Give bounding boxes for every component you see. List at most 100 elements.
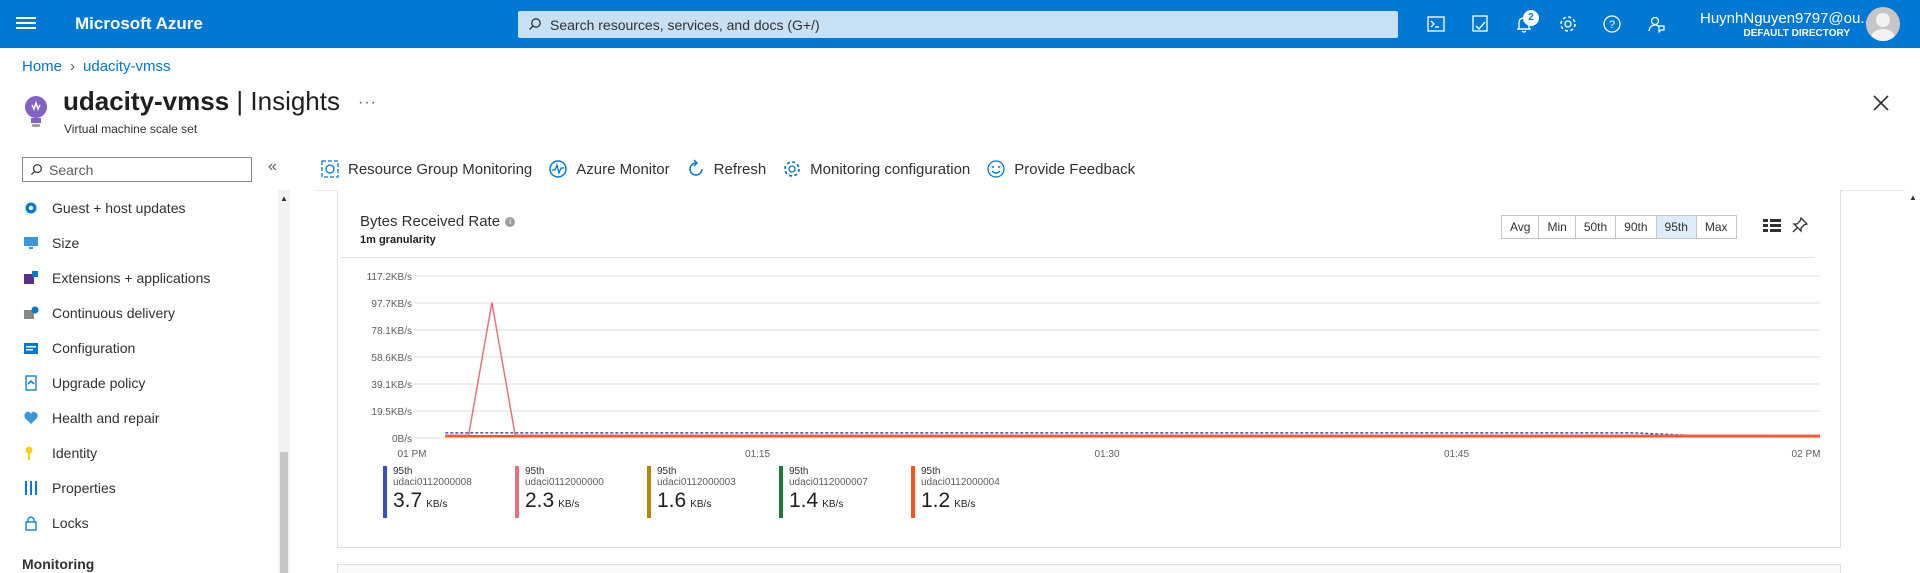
hamburger-menu-icon[interactable] [16, 14, 36, 34]
sidebar-item-identity[interactable]: Identity [22, 435, 272, 470]
resource-group-monitoring-button[interactable]: Resource Group Monitoring [320, 159, 532, 179]
gear-update-icon [22, 199, 40, 217]
legend-value-number: 1.6 [657, 489, 687, 512]
y-tick-label: 117.2KB/s [367, 272, 412, 283]
notification-count-badge: 2 [1523, 10, 1539, 26]
sidebar-item-label: Guest + host updates [52, 199, 186, 216]
legend-value: 3.7 KB/s [393, 488, 515, 518]
legend-item[interactable]: 95th udaci0112000004 1.2 KB/s [911, 466, 1043, 518]
sidebar-item-label: Configuration [52, 339, 136, 356]
legend-value: 1.2 KB/s [921, 488, 1043, 518]
scroll-up-icon[interactable]: ▲ [280, 194, 288, 203]
percentile-max-button[interactable]: Max [1696, 216, 1736, 238]
percentile-50th-button[interactable]: 50th [1575, 216, 1617, 238]
chart-granularity: 1m granularity [360, 234, 436, 246]
search-icon [30, 164, 42, 176]
legend-color-bar [515, 466, 519, 518]
sidebar-item-size[interactable]: Size [22, 225, 272, 260]
legend-value-number: 3.7 [393, 489, 423, 512]
legend-item[interactable]: 95th udaci0112000008 3.7 KB/s [383, 466, 515, 518]
more-options-button[interactable]: ··· [358, 94, 377, 112]
resource-group-icon [320, 159, 340, 179]
resource-group-monitoring-label: Resource Group Monitoring [348, 160, 533, 178]
legend-value: 1.4 KB/s [789, 488, 911, 518]
user-account-menu[interactable]: HuynhNguyen9797@ou... DEFAULT DIRECTORY [1700, 10, 1873, 39]
scroll-up-icon[interactable]: ▲ [1909, 193, 1917, 202]
sidebar-scrollbar[interactable]: ▲ [278, 190, 290, 573]
properties-icon [22, 479, 40, 497]
legend-unit: KB/s [954, 499, 976, 510]
collapse-sidebar-button[interactable]: « [268, 158, 277, 176]
gear-icon [782, 159, 802, 179]
lock-icon [22, 514, 40, 532]
x-tick-label: 01:45 [1444, 449, 1469, 460]
legend-item[interactable]: 95th udaci0112000000 2.3 KB/s [515, 466, 647, 518]
legend-color-bar [911, 466, 915, 518]
x-tick-label: 01 PM [398, 449, 427, 460]
brand-title[interactable]: Microsoft Azure [75, 14, 203, 34]
legend-value: 2.3 KB/s [525, 488, 647, 518]
refresh-icon [686, 159, 706, 179]
legend-item[interactable]: 95th udaci0112000003 1.6 KB/s [647, 466, 779, 518]
page-subtitle: Virtual machine scale set [64, 122, 198, 136]
legend-series-name: udaci0112000003 [657, 477, 736, 488]
grid-view-icon[interactable] [1763, 219, 1781, 233]
sidebar-item-extensions[interactable]: Extensions + applications [22, 260, 272, 295]
azure-monitor-button[interactable]: Azure Monitor [548, 159, 670, 179]
extensions-icon [22, 269, 40, 287]
directory-filter-icon[interactable] [1469, 13, 1491, 35]
sidebar-item-guest-host-updates[interactable]: Guest + host updates [22, 190, 272, 225]
close-icon[interactable] [1872, 94, 1890, 112]
help-question-icon[interactable]: ? [1601, 13, 1623, 35]
sidebar-item-locks[interactable]: Locks [22, 505, 272, 540]
legend-series-name: udaci0112000000 [525, 477, 604, 488]
sidebar-item-label: Size [52, 234, 80, 251]
y-tick-label: 58.6KB/s [371, 353, 412, 364]
breadcrumb-home[interactable]: Home [22, 58, 62, 75]
refresh-button[interactable]: Refresh [686, 159, 767, 179]
y-tick-label: 78.1KB/s [371, 326, 412, 337]
chart-title-text: Bytes Received Rate [360, 213, 501, 230]
monitoring-configuration-label: Monitoring configuration [810, 160, 971, 178]
legend-value: 1.6 KB/s [657, 488, 779, 518]
cloud-shell-icon[interactable] [1425, 13, 1447, 35]
legend-value-number: 1.4 [789, 489, 819, 512]
sidebar-item-continuous-delivery[interactable]: Continuous delivery [22, 295, 272, 330]
feedback-icon[interactable] [1645, 13, 1667, 35]
sidebar-item-health-repair[interactable]: Health and repair [22, 400, 272, 435]
sidebar-item-upgrade-policy[interactable]: Upgrade policy [22, 365, 272, 400]
sidebar-item-label: Properties [52, 479, 116, 496]
percentile-min-button[interactable]: Min [1539, 216, 1576, 238]
x-tick-label: 01:30 [1094, 449, 1119, 460]
info-icon[interactable]: i [505, 217, 516, 227]
legend-percentile: 95th [525, 466, 545, 477]
page-section: | Insights [229, 86, 340, 116]
provide-feedback-button[interactable]: Provide Feedback [986, 159, 1135, 179]
pin-icon[interactable] [1792, 217, 1808, 235]
legend-unit: KB/s [558, 499, 580, 510]
sidebar-scroll-thumb[interactable] [280, 452, 288, 573]
legend-percentile: 95th [657, 466, 677, 477]
sidebar-search-input[interactable]: Search [22, 157, 252, 182]
main-scrollbar[interactable]: ▲ [1906, 190, 1920, 573]
breadcrumb-current[interactable]: udacity-vmss [83, 58, 171, 75]
y-tick-label: 97.7KB/s [371, 299, 412, 310]
avatar[interactable] [1866, 7, 1900, 41]
bytes-received-line-chart: 0B/s 19.5KB/s 39.1KB/s 58.6KB/s 78.1KB/s 97.7… [340, 257, 1820, 460]
sidebar-item-configuration[interactable]: Configuration [22, 330, 272, 365]
sidebar-item-properties[interactable]: Properties [22, 470, 272, 505]
legend-item[interactable]: 95th udaci0112000007 1.4 KB/s [779, 466, 911, 518]
percentile-90th-button[interactable]: 90th [1616, 216, 1657, 238]
legend-color-bar [647, 466, 651, 518]
settings-gear-icon[interactable] [1557, 13, 1579, 35]
key-icon [22, 444, 40, 462]
legend-percentile: 95th [921, 466, 941, 477]
percentile-avg-button[interactable]: Avg [1502, 216, 1540, 238]
chart-title: Bytes Received Rate i [360, 213, 516, 230]
insights-lightbulb-icon [25, 96, 47, 127]
percentile-95th-button[interactable]: 95th [1656, 216, 1697, 238]
global-search-input[interactable]: Search resources, services, and docs (G+… [518, 11, 1398, 38]
user-name: HuynhNguyen9797@ou... [1700, 10, 1873, 27]
refresh-label: Refresh [713, 160, 767, 178]
monitoring-configuration-button[interactable]: Monitoring configuration [782, 159, 970, 179]
